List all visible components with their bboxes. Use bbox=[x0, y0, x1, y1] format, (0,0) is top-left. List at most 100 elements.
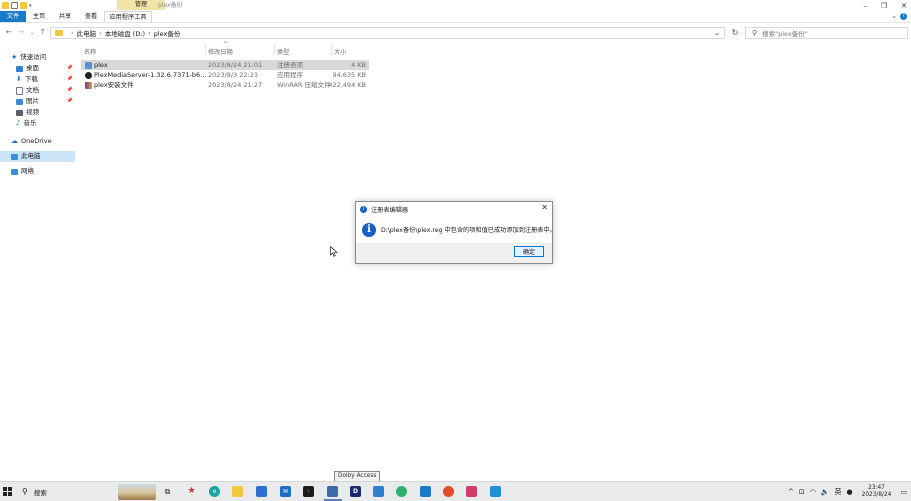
pin-icon[interactable]: 📌 bbox=[67, 74, 73, 85]
qat-dropdown-icon[interactable]: ▾ bbox=[29, 3, 32, 9]
maximize-icon[interactable]: ❐ bbox=[881, 2, 887, 10]
taskbar-search[interactable]: ⚲ 搜索 bbox=[22, 482, 47, 501]
breadcrumb-drive-d[interactable]: 本地磁盘 (D:) bbox=[105, 28, 145, 38]
close-icon[interactable]: ✕ bbox=[901, 2, 907, 10]
search-highlight-image[interactable] bbox=[118, 484, 156, 500]
mail-icon[interactable]: ✉ bbox=[280, 486, 291, 497]
tab-file[interactable]: 文件 bbox=[0, 11, 26, 22]
help-icon[interactable]: ? bbox=[900, 13, 907, 20]
nav-item-label: 图片 bbox=[26, 97, 39, 105]
up-arrow-icon[interactable]: ↑ bbox=[40, 28, 46, 36]
remote-desktop-icon[interactable] bbox=[490, 486, 501, 497]
close-icon[interactable]: ✕ bbox=[541, 203, 548, 212]
nav-item-music[interactable]: ♪ 音乐 bbox=[0, 118, 75, 129]
chevron-right-icon[interactable]: › bbox=[71, 29, 74, 37]
breadcrumb-this-pc[interactable]: 此电脑 bbox=[77, 28, 97, 38]
desktop-icon bbox=[16, 65, 23, 72]
microsoft-store-icon[interactable] bbox=[256, 486, 267, 497]
photos-icon[interactable] bbox=[373, 486, 384, 497]
expand-ribbon-icon[interactable]: ⌄ bbox=[891, 12, 897, 20]
nav-quick-access[interactable]: ★ 快速访问 bbox=[11, 52, 75, 63]
refresh-icon[interactable]: ↻ bbox=[729, 27, 741, 39]
tab-view[interactable]: 查看 bbox=[80, 11, 102, 22]
properties-icon[interactable] bbox=[11, 2, 18, 9]
nav-item-downloads[interactable]: ⬇ 下载 📌 bbox=[0, 74, 75, 85]
minimize-icon[interactable]: – bbox=[863, 2, 867, 10]
tab-home[interactable]: 主页 bbox=[28, 11, 50, 22]
pictures-icon bbox=[16, 98, 23, 105]
chevron-right-icon[interactable]: › bbox=[99, 29, 102, 37]
nav-network[interactable]: 网络 bbox=[0, 166, 75, 177]
input-method-icon[interactable]: 英 bbox=[835, 487, 842, 497]
window-title: plex备份 bbox=[158, 2, 183, 9]
column-divider[interactable] bbox=[205, 44, 206, 55]
tab-app-tools[interactable]: 应用程序工具 bbox=[104, 11, 152, 22]
dialog-message: D:\plex备份\plex.reg 中包含的项和值已成功添加到注册表中。 bbox=[381, 227, 556, 234]
plex-icon[interactable]: › bbox=[303, 486, 314, 497]
registry-editor-taskbar-icon[interactable] bbox=[327, 486, 338, 497]
column-header-date[interactable]: 修改日期 bbox=[208, 47, 233, 56]
cloud-icon: ☁ bbox=[11, 137, 18, 145]
search-icon: ⚲ bbox=[752, 29, 758, 37]
column-header-type[interactable]: 类型 bbox=[277, 47, 289, 56]
chevron-right-icon[interactable]: › bbox=[148, 29, 151, 37]
pin-icon[interactable]: 📌 bbox=[67, 96, 73, 107]
nav-onedrive[interactable]: ☁ OneDrive bbox=[0, 136, 75, 147]
breadcrumb-plex-backup[interactable]: plex备份 bbox=[154, 28, 181, 38]
nav-item-pictures[interactable]: 图片 📌 bbox=[0, 96, 75, 107]
search-box[interactable]: ⚲ 搜索"plex备份" bbox=[745, 27, 908, 39]
system-clock[interactable]: 23:47 2023/8/24 bbox=[862, 485, 892, 499]
red-star-app-icon[interactable]: ★ bbox=[186, 486, 197, 497]
registry-file-icon bbox=[85, 62, 92, 69]
dialog-body: i D:\plex备份\plex.reg 中包含的项和值已成功添加到注册表中。 bbox=[356, 216, 556, 243]
ok-button[interactable]: 确定 bbox=[514, 246, 544, 257]
file-type: 注册表项 bbox=[277, 61, 303, 69]
winrar-archive-icon bbox=[85, 82, 92, 89]
dialog-title-bar: i 注册表编辑器 bbox=[360, 205, 408, 214]
nav-this-pc[interactable]: 此电脑 bbox=[0, 151, 75, 162]
table-row[interactable]: plex安装文件 2023/8/24 21:27 WinRAR 压缩文件 422… bbox=[81, 80, 369, 90]
forward-arrow-icon[interactable]: → bbox=[18, 28, 24, 36]
table-row[interactable]: PlexMediaServer-1.32.6.7371-b6a09a... 20… bbox=[81, 70, 369, 80]
dolby-access-icon[interactable]: D bbox=[350, 486, 361, 497]
info-icon: i bbox=[362, 223, 376, 237]
user-profile-icon[interactable]: ● bbox=[847, 488, 853, 496]
column-header-size[interactable]: 大小 bbox=[334, 47, 346, 56]
file-size: 4 KB bbox=[351, 61, 366, 69]
new-folder-icon[interactable] bbox=[20, 2, 27, 9]
plex-app-icon bbox=[85, 72, 92, 79]
nav-item-videos[interactable]: 视频 bbox=[0, 107, 75, 118]
pin-icon[interactable]: 📌 bbox=[67, 63, 73, 74]
edge-browser-icon[interactable]: e bbox=[209, 486, 220, 497]
pink-app-icon[interactable] bbox=[466, 486, 477, 497]
address-history-dropdown-icon[interactable]: ⌄ bbox=[714, 29, 720, 37]
nav-network-label: 网络 bbox=[21, 167, 34, 175]
show-hidden-icons-icon[interactable]: ^ bbox=[788, 488, 794, 496]
task-view-icon[interactable]: ⧉ bbox=[162, 486, 173, 497]
green-circle-app-icon[interactable] bbox=[396, 486, 407, 497]
column-divider[interactable] bbox=[274, 44, 275, 55]
column-header-name[interactable]: 名称 bbox=[84, 47, 96, 56]
nav-item-documents[interactable]: 文档 📌 bbox=[0, 85, 75, 96]
volume-icon[interactable]: 🔈 bbox=[821, 488, 830, 496]
file-explorer-icon[interactable] bbox=[232, 486, 243, 497]
blue-app-icon[interactable] bbox=[420, 486, 431, 497]
notification-center-icon[interactable]: ▭ bbox=[900, 488, 907, 496]
windows-start-icon[interactable] bbox=[3, 487, 13, 497]
nav-item-desktop[interactable]: 桌面 📌 bbox=[0, 63, 75, 74]
nav-item-label: 文档 bbox=[26, 86, 39, 94]
pin-icon[interactable]: 📌 bbox=[67, 85, 73, 96]
column-divider[interactable] bbox=[331, 44, 332, 55]
network-tray-icon[interactable]: ⊡ bbox=[799, 488, 805, 496]
nav-item-label: 下载 bbox=[24, 75, 38, 83]
address-bar[interactable]: › 此电脑 › 本地磁盘 (D:) › plex备份 bbox=[50, 27, 725, 39]
recent-dropdown-icon[interactable]: ⌄ bbox=[30, 30, 34, 36]
tab-share[interactable]: 共享 bbox=[54, 11, 76, 22]
back-arrow-icon[interactable]: ← bbox=[6, 28, 12, 36]
nav-item-label: 音乐 bbox=[23, 119, 37, 127]
chrome-browser-icon[interactable] bbox=[443, 486, 454, 497]
file-type: 应用程序 bbox=[277, 71, 303, 79]
wifi-icon[interactable]: ◠ bbox=[810, 488, 816, 496]
table-row[interactable]: plex 2023/8/24 21:01 注册表项 4 KB bbox=[81, 60, 369, 70]
computer-icon bbox=[11, 153, 18, 160]
